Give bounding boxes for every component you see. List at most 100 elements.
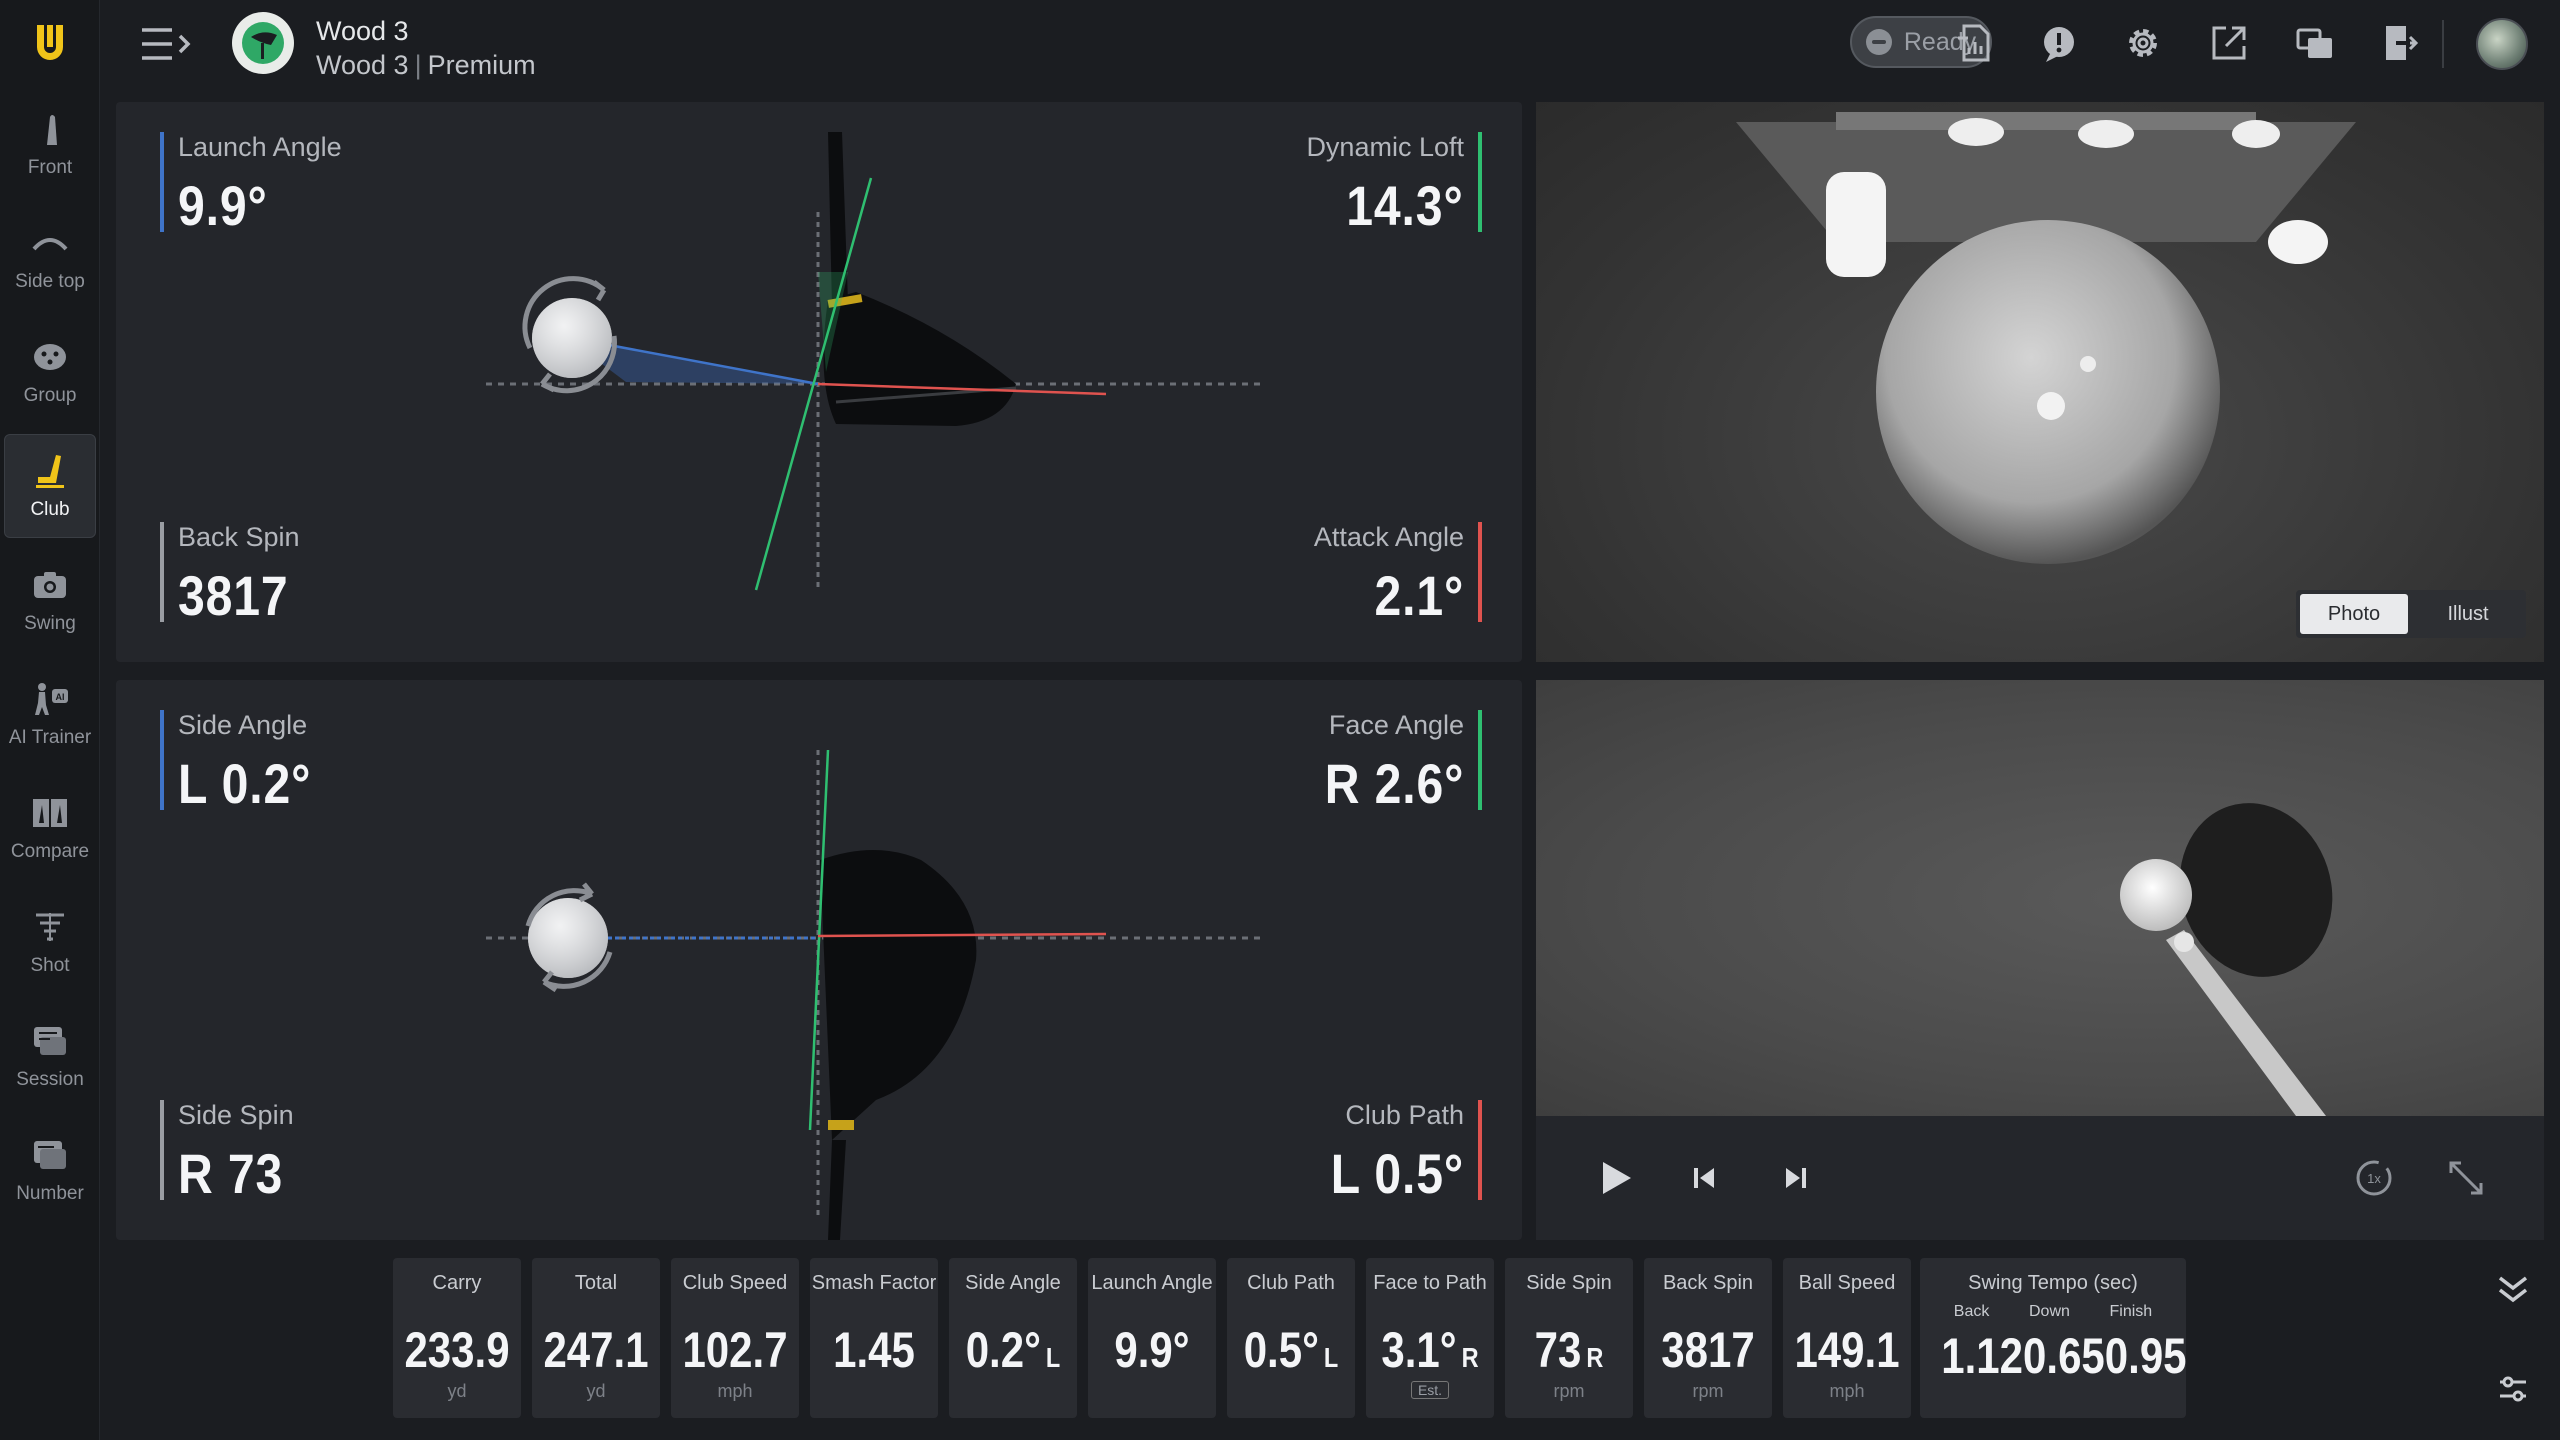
exit-icon [2386,26,2419,60]
front-icon [47,115,57,145]
stat-ball-speed[interactable]: Ball Speed 149.1 mph [1783,1258,1911,1418]
expand-icon [2449,1161,2483,1195]
illust-toggle-button[interactable]: Illust [2414,594,2522,634]
back-spin-bar [160,522,164,622]
stat-label: Ball Speed [1798,1272,1896,1294]
swing-video-frame [1536,680,2544,1116]
play-button[interactable] [1592,1154,1640,1202]
stat-unit: mph [717,1381,753,1401]
stat-label: Side Spin [1526,1272,1612,1294]
photo-toggle-button[interactable]: Photo [2300,594,2408,634]
stat-swing-tempo[interactable]: Swing Tempo (sec) Back Down Finish 1.12 … [1920,1258,2187,1418]
side-spin-value: R 73 [178,1142,284,1205]
sidebar-item-compare[interactable]: Compare [4,776,96,880]
stat-side-spin[interactable]: Side Spin 73 R rpm [1505,1258,1633,1418]
side-view-diagram [486,132,1266,592]
app-logo[interactable] [26,20,74,66]
previous-frame-button[interactable] [1680,1154,1728,1202]
tempo-back-label: Back [1953,1303,1990,1320]
stat-label: Club Path [1247,1272,1335,1294]
sidebar-item-front[interactable]: Front [4,92,96,196]
stat-value: 3.1° R [1381,1322,1479,1378]
sidebar-item-label: Compare [10,841,90,862]
stat-unit: yd [447,1381,467,1401]
sidebar-item-label: Front [27,157,73,178]
side-spin-label: Side Spin [178,1100,294,1130]
stat-value: 247.1 [543,1322,649,1378]
back-spin-label: Back Spin [178,522,300,552]
tempo-values: 1.12 0.65 0.95 [1941,1327,2186,1385]
camera-icon [34,572,66,598]
sliders-icon [2500,1376,2526,1402]
club-head-icon [242,22,284,64]
exit-button[interactable] [2376,20,2422,66]
stat-smash-factor[interactable]: Smash Factor 1.45 [810,1258,938,1418]
face-angle-value: R 2.6° [1324,752,1464,815]
dynamic-loft-value: 14.3° [1346,174,1464,237]
tempo-back-value: 1.12 [1941,1328,2024,1384]
report-button[interactable] [1952,20,1998,66]
stat-direction: L [1323,1342,1339,1373]
header-divider [2442,20,2444,68]
tempo-down-value: 0.65 [2023,1328,2105,1384]
windows-icon [2296,28,2332,58]
alert-button[interactable] [2036,20,2082,66]
screen-mode-button[interactable] [2292,20,2338,66]
tempo-finish-label: Finish [2109,1303,2153,1320]
stat-value: 0.5° L [1243,1322,1339,1378]
club-path-metric: Club Path L 0.5° [1309,1100,1482,1206]
share-button[interactable] [2206,20,2252,66]
user-avatar[interactable] [2476,18,2528,70]
stat-direction: R [1586,1342,1604,1373]
sidebar-item-side-top[interactable]: Side top [4,206,96,310]
stat-carry[interactable]: Carry 233.9 yd [393,1258,521,1418]
stat-total[interactable]: Total 247.1 yd [532,1258,660,1418]
launch-angle-metric: Launch Angle 9.9° [160,132,342,238]
club-path-value: L 0.5° [1330,1142,1464,1205]
fullscreen-button[interactable] [2442,1154,2490,1202]
stat-side-angle[interactable]: Side Angle 0.2° L [949,1258,1077,1418]
sidebar-item-session[interactable]: Session [4,1004,96,1108]
stat-unit: rpm [1692,1381,1724,1401]
sidebar-item-label: Side top [15,271,85,292]
ball-photo [1736,112,2356,564]
club-avatar [232,12,294,74]
stat-value: 73 R [1534,1322,1604,1378]
launch-angle-label: Launch Angle [178,132,342,162]
alert-icon [2044,27,2074,62]
club-name: Wood 3 [316,16,409,46]
sidebar-item-shot[interactable]: Shot [4,890,96,994]
stat-club-path[interactable]: Club Path 0.5° L [1227,1258,1355,1418]
settings-button[interactable] [2120,20,2166,66]
club-path-bar [1478,1100,1482,1200]
group-icon [34,344,66,370]
top-bar: Wood 3 Wood 3 | Premium Ready [100,0,2560,90]
collapse-stats-button[interactable] [2488,1264,2538,1314]
stat-club-speed[interactable]: Club Speed 102.7 mph [671,1258,799,1418]
sidebar-item-number[interactable]: Number [4,1118,96,1222]
attack-angle-label: Attack Angle [1313,522,1464,552]
status-dot-icon [1865,29,1892,55]
playback-speed-button[interactable]: 1x [2350,1154,2398,1202]
face-angle-metric: Face Angle R 2.6° [1302,710,1482,816]
estimated-badge: Est. [1410,1381,1450,1399]
stat-back-spin[interactable]: Back Spin 3817 rpm [1644,1258,1772,1418]
side-spin-bar [160,1100,164,1200]
sidebar-item-club[interactable]: Club [4,434,96,538]
stat-unit: mph [1829,1381,1865,1401]
stats-filter-button[interactable] [2488,1364,2538,1414]
side-top-icon [32,238,68,251]
tempo-finish-value: 0.95 [2104,1328,2187,1384]
next-frame-button[interactable] [1772,1154,1820,1202]
side-angle-value: L 0.2° [178,752,312,815]
sidebar-item-ai-trainer[interactable]: AI AI Trainer [4,662,96,766]
stat-label: Smash Factor [811,1272,937,1294]
stat-face-to-path[interactable]: Face to Path 3.1° R Est. [1366,1258,1494,1418]
side-spin-metric: Side Spin R 73 [160,1100,300,1206]
sidebar-item-label: Shot [30,955,70,976]
sidebar-item-swing[interactable]: Swing [4,548,96,652]
stat-launch-angle[interactable]: Launch Angle 9.9° [1088,1258,1216,1418]
sidebar-item-group[interactable]: Group [4,320,96,424]
menu-toggle-button[interactable] [140,26,192,62]
stat-label: Side Angle [965,1272,1061,1294]
